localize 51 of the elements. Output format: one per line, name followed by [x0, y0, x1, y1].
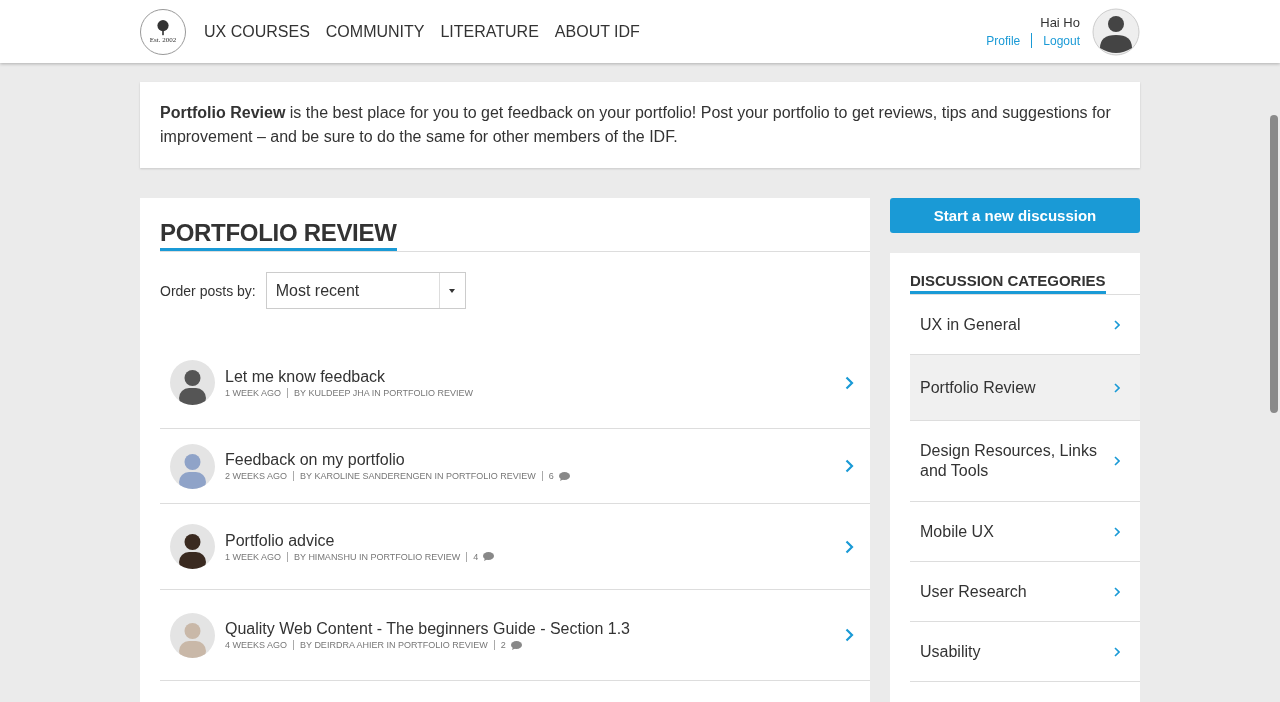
- user-name: Hai Ho: [1040, 15, 1080, 30]
- chevron-right-icon: [1114, 456, 1120, 466]
- comment-count: 4: [473, 551, 479, 562]
- chevron-right-icon: [1114, 319, 1120, 330]
- comment-count: 6: [548, 471, 554, 481]
- chevron-right-icon: [845, 375, 854, 390]
- order-select[interactable]: Most recent: [265, 272, 466, 309]
- post-item[interactable]: Portfolio advice 1 WEEK AGO BY HIMANSHU IN PORTFOLIO REVIEW 4: [160, 504, 870, 590]
- nav-link[interactable]: LITERATURE: [440, 22, 539, 41]
- tree-icon: [154, 19, 172, 36]
- comment-icon: [510, 640, 522, 650]
- nav-link[interactable]: UX COURSES: [204, 22, 310, 41]
- avatar-icon[interactable]: [1092, 7, 1140, 56]
- category-item[interactable]: Design Resources, Links and Tools: [910, 421, 1140, 502]
- nav-link[interactable]: COMMUNITY: [325, 22, 425, 41]
- comment-count: 2: [500, 640, 506, 650]
- category-item[interactable]: Mobile UX: [910, 502, 1140, 562]
- category-item[interactable]: Portfolio Review: [910, 355, 1140, 421]
- post-byline: BY KAROLINE SANDERENGEN IN PORTFOLIO REVIEW: [300, 471, 536, 481]
- post-age: 2 WEEKS AGO: [225, 471, 288, 481]
- post-byline: BY DEIRDRA AHIER IN PORTFOLIO REVIEW: [300, 640, 488, 650]
- category-item[interactable]: Usability: [910, 622, 1140, 682]
- nav-link[interactable]: ABOUT IDF: [554, 22, 640, 41]
- intro-text: Portfolio Review is the best place for you to get feedback on your portfolio! Post your portfolio to get reviews, tips and suggestions for improvement – and be sure to do the same for other members of the IDF.: [160, 103, 1112, 147]
- order-label: Order posts by:: [160, 282, 256, 299]
- chevron-right-icon: [1114, 586, 1120, 597]
- post-item[interactable]: Let me know feedback 1 WEEK AGO BY KULDEEP JHA IN PORTFOLIO REVIEW: [160, 337, 870, 429]
- post-byline: BY KULDEEP JHA IN PORTFOLIO REVIEW: [294, 387, 474, 398]
- post-title: Let me know feedback: [225, 367, 387, 386]
- chevron-right-icon: [1114, 382, 1120, 393]
- post-item[interactable]: Feedback on my portfolio 2 WEEKS AGO BY KAROLINE SANDERENGEN IN PORTFOLIO REVIEW 6: [160, 429, 870, 504]
- comment-icon: [483, 552, 495, 561]
- scrollbar[interactable]: [1270, 115, 1278, 413]
- post-title: Feedback on my portfolio: [225, 451, 406, 469]
- post-title: Portfolio advice: [225, 531, 336, 550]
- post-age: 1 WEEK AGO: [225, 387, 282, 398]
- caret-icon: [449, 288, 456, 293]
- post-item[interactable]: Quality Web Content - The beginners Guide - Section 1.3 4 WEEKS AGO BY DEIRDRA AHIER IN PORTFOLIO REVIEW 2: [160, 590, 870, 681]
- post-age: 4 WEEKS AGO: [225, 640, 288, 650]
- section-title: PORTFOLIO REVIEW: [160, 218, 397, 251]
- comment-icon: [558, 471, 570, 481]
- chevron-right-icon: [845, 539, 854, 554]
- chevron-right-icon: [845, 628, 854, 642]
- categories-title: DISCUSSION CATEGORIES: [910, 271, 1106, 294]
- chevron-right-icon: [845, 459, 854, 473]
- post-byline: BY HIMANSHU IN PORTFOLIO REVIEW: [294, 551, 461, 562]
- chevron-right-icon: [1114, 646, 1120, 657]
- category-item[interactable]: User Research: [910, 562, 1140, 622]
- post-title: Quality Web Content - The beginners Guide - Section 1.3: [225, 620, 631, 638]
- post-age: 1 WEEK AGO: [225, 551, 282, 562]
- chevron-right-icon: [1114, 526, 1120, 537]
